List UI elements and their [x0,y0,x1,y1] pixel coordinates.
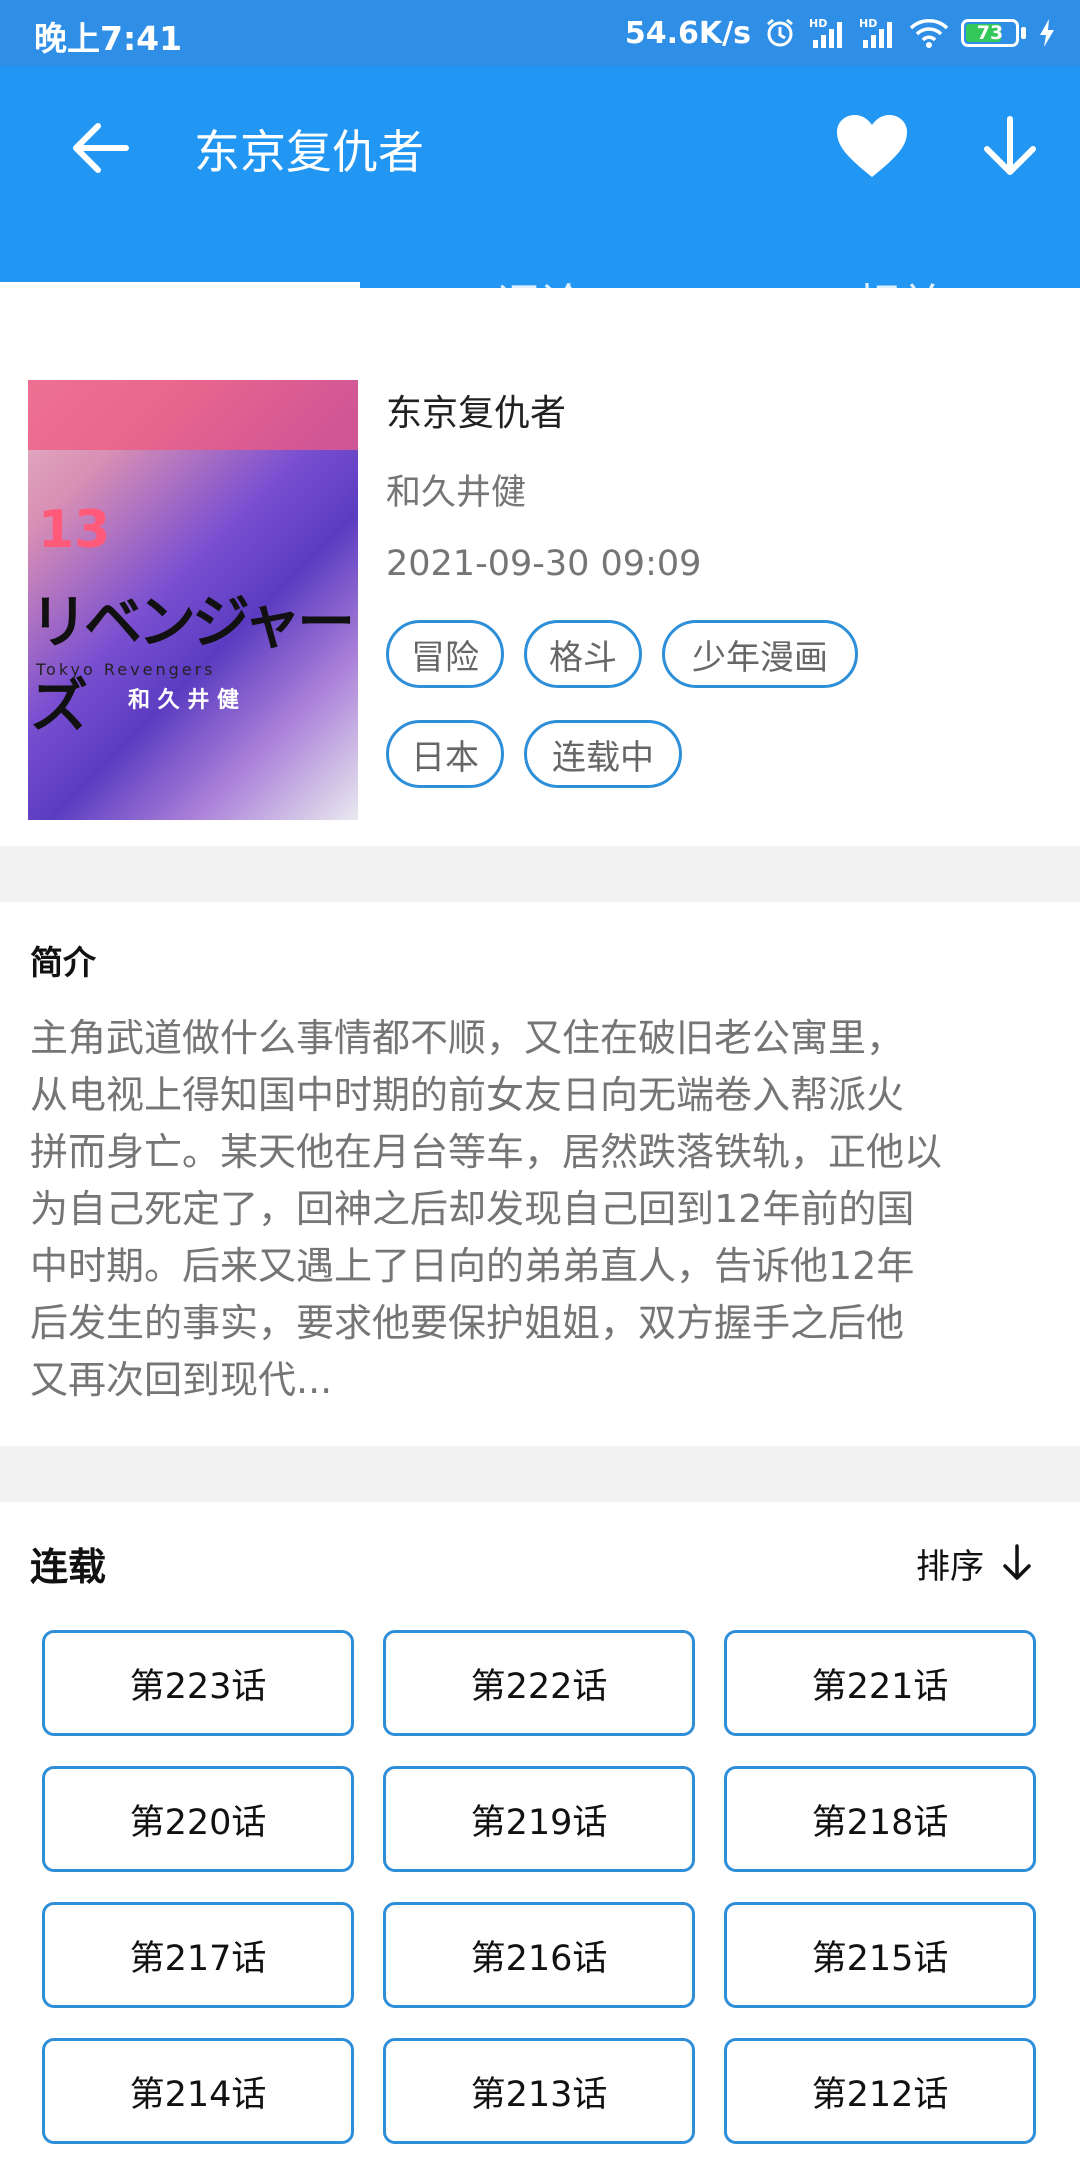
chapter-button[interactable]: 第221话 [724,1630,1036,1736]
wifi-icon [909,17,949,49]
cover-author: 和 久 井 健 [128,688,239,713]
chapter-section: 连载 排序 第223话 第222话 第221话 第220话 第219话 第218… [0,1502,1080,2160]
chapter-button[interactable]: 第217话 [42,1902,354,2008]
chapter-heading: 连载 [30,1545,107,1589]
chapter-button[interactable]: 第212话 [724,2038,1036,2144]
comic-title: 东京复仇者 [386,393,567,434]
charging-icon [1038,18,1056,48]
comic-author[interactable]: 和久井健 [386,464,526,515]
arrow-down-icon [984,116,1036,175]
app-bar: 东京复仇者 详情 评论 相关 [0,66,1080,331]
intro-section: 简介 主角武道做什么事情都不顺，又住在破旧老公寓里， 从电视上得知国中时期的前女… [0,902,1080,1446]
alarm-icon [763,16,797,50]
tag-chip[interactable]: 冒险 [386,620,504,688]
chapter-button[interactable]: 第216话 [383,1902,695,2008]
status-icons: 54.6K/s HD HD 73 [625,10,1056,56]
signal-hd-icon: HD [859,16,897,50]
svg-text:HD: HD [859,17,877,30]
cover-volume: 13 [38,500,111,560]
chapter-button[interactable]: 第223话 [42,1630,354,1736]
page-title: 东京复仇者 [194,125,424,179]
tag-chip[interactable]: 连载中 [524,720,682,788]
section-divider [0,846,1080,902]
intro-line: 为自己死定了，回神之后却发现自己回到12年前的国 [30,1187,915,1231]
favorite-button[interactable] [832,106,912,186]
intro-line: 主角武道做什么事情都不顺，又住在破旧老公寓里， [30,1016,905,1060]
status-bar: 晚上7:41 54.6K/s HD HD 73 [0,0,1080,66]
heart-icon [837,115,907,177]
chapter-button[interactable]: 第215话 [724,1902,1036,2008]
svg-text:HD: HD [809,17,827,30]
status-time: 晚上7:41 [34,19,183,58]
tag-chip[interactable]: 格斗 [524,620,642,688]
download-button[interactable] [972,106,1048,186]
section-divider [0,1446,1080,1502]
back-button[interactable] [62,110,138,186]
cover-title-jp: リベンジャーズ [30,588,355,740]
comic-info: 13 リベンジャーズ Tokyo Revengers 和 久 井 健 东京复仇者… [0,288,1080,846]
chapter-button[interactable]: 第220话 [42,1766,354,1872]
chapter-button[interactable]: 第222话 [383,1630,695,1736]
chapter-button[interactable]: 第218话 [724,1766,1036,1872]
network-speed: 54.6K/s [624,15,751,51]
intro-line: 后发生的事实，要求他要保护姐姐，双方握手之后他 [30,1301,905,1345]
chapter-button[interactable]: 第213话 [383,2038,695,2144]
update-date: 2021-09-30 09:09 [386,544,702,584]
intro-text: 主角武道做什么事情都不顺，又住在破旧老公寓里， 从电视上得知国中时期的前女友日向… [30,1010,1060,1409]
arrow-down-icon [1003,1544,1031,1580]
intro-line: 拼而身亡。某天他在月台等车，居然跌落铁轨，正他以 [30,1130,943,1174]
cover-title-en: Tokyo Revengers [36,660,216,679]
intro-line: 从电视上得知国中时期的前女友日向无端卷入帮派火 [30,1073,905,1117]
intro-line: 中时期。后来又遇上了日向的弟弟直人，告诉他12年 [30,1244,915,1288]
chapter-button[interactable]: 第214话 [42,2038,354,2144]
signal-hd-icon: HD [809,16,847,50]
intro-heading: 简介 [30,943,96,982]
tag-chip[interactable]: 少年漫画 [662,620,858,688]
intro-line: 又再次回到现代... [30,1358,333,1402]
tag-chip[interactable]: 日本 [386,720,504,788]
cover-image[interactable]: 13 リベンジャーズ Tokyo Revengers 和 久 井 健 [28,380,358,820]
battery-icon: 73 [961,19,1026,47]
arrow-left-icon [73,123,129,173]
sort-label: 排序 [916,1546,984,1587]
sort-button[interactable]: 排序 [916,1538,1032,1588]
chapter-button[interactable]: 第219话 [383,1766,695,1872]
